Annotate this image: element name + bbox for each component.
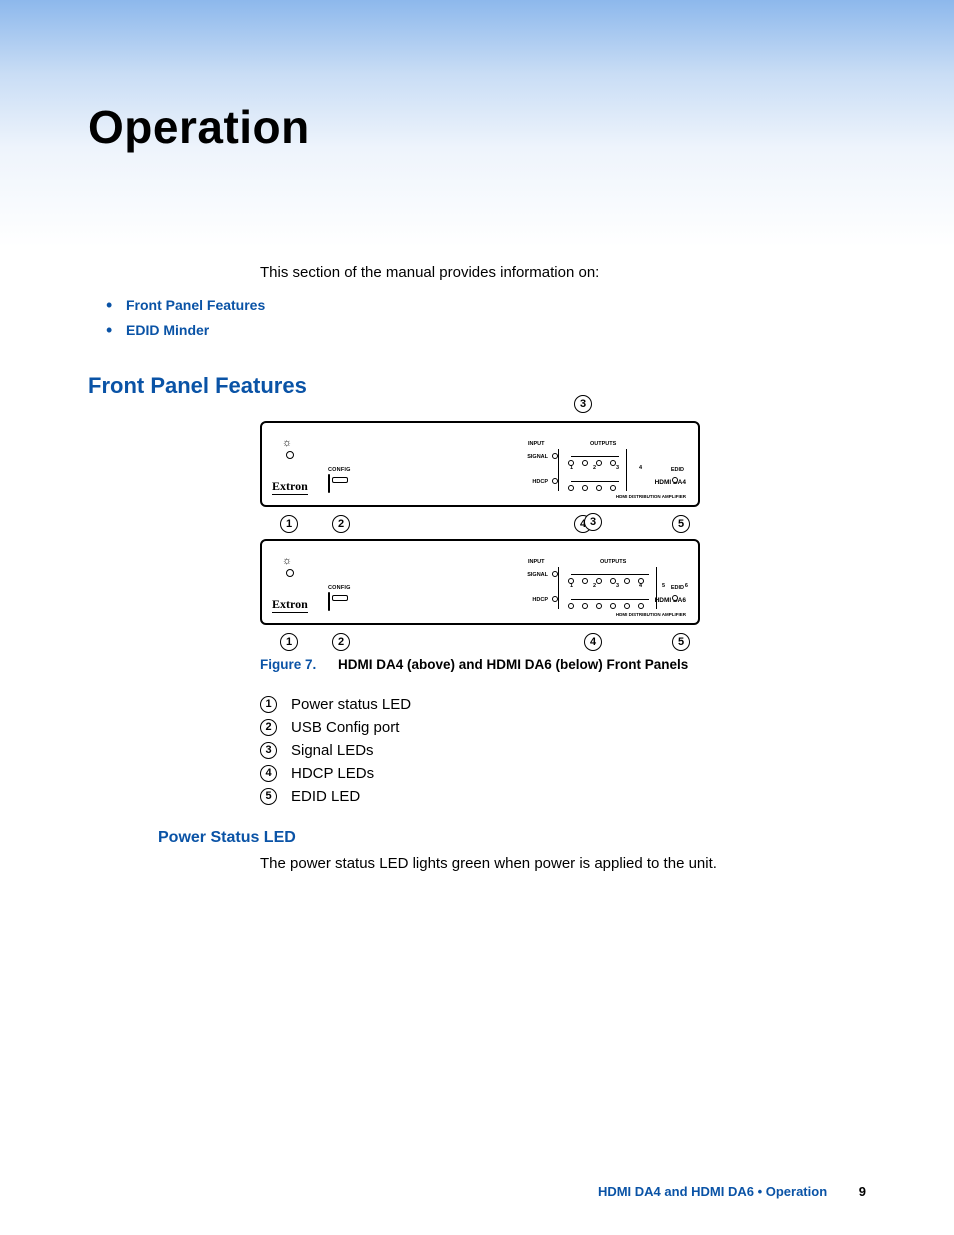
brand-label: Extron — [272, 479, 308, 495]
divider — [558, 567, 559, 609]
callout-3-top: 3 — [574, 395, 592, 413]
led — [596, 485, 602, 491]
output-numbers: 1 2 3 4 5 6 — [570, 583, 697, 589]
figure-caption: Figure 7. HDMI DA4 (above) and HDMI DA6 … — [260, 657, 866, 672]
legend-text: Signal LEDs — [291, 742, 374, 759]
label-edid: EDID — [671, 467, 684, 473]
power-status-paragraph: The power status LED lights green when p… — [260, 855, 866, 872]
legend-text: USB Config port — [291, 719, 399, 736]
legend-item: 1 Power status LED — [260, 696, 866, 713]
subtitle-label: HDMI DISTRIBUTION AMPLIFIER — [616, 494, 686, 499]
legend-item: 3 Signal LEDs — [260, 742, 866, 759]
toc-list: Front Panel Features EDID Minder — [106, 295, 866, 341]
legend-text: HDCP LEDs — [291, 765, 374, 782]
footer-text: HDMI DA4 and HDMI DA6 • Operation — [598, 1184, 827, 1199]
page-footer: HDMI DA4 and HDMI DA6 • Operation 9 — [598, 1184, 866, 1199]
legend-list: 1 Power status LED 2 USB Config port 3 S… — [260, 696, 866, 805]
callout-2: 2 — [332, 633, 350, 651]
callout-5: 5 — [672, 515, 690, 533]
config-label: CONFIG — [328, 467, 351, 473]
callout-5: 5 — [672, 633, 690, 651]
legend-num-2: 2 — [260, 719, 277, 736]
label-hdcp: HDCP — [522, 597, 548, 603]
led — [582, 603, 588, 609]
led-strip-hdcp — [568, 478, 630, 484]
led-strip-signal — [568, 453, 630, 459]
label-outputs: OUTPUTS — [590, 441, 616, 447]
led-strip-signal — [568, 571, 660, 577]
label-signal: SIGNAL — [522, 454, 548, 460]
output-numbers: 1 2 3 4 — [570, 465, 651, 471]
toc-link-edid-minder[interactable]: EDID Minder — [126, 322, 209, 338]
config-port: CONFIG — [328, 467, 351, 493]
config-port: CONFIG — [328, 585, 351, 611]
led-hdcp-input — [552, 596, 558, 602]
front-panel-diagram-da6: 3 1 2 4 5 ☼ Extron CONFIG INPUT OUTPUTS … — [260, 539, 700, 625]
legend-item: 5 EDID LED — [260, 788, 866, 805]
led — [638, 603, 644, 609]
label-outputs: OUTPUTS — [600, 559, 626, 565]
subsection-heading-power: Power Status LED — [158, 829, 866, 847]
led — [596, 603, 602, 609]
intro-text: This section of the manual provides info… — [260, 264, 866, 281]
led — [568, 485, 574, 491]
power-icon: ☼ — [282, 437, 292, 449]
power-led — [286, 451, 294, 459]
label-input: INPUT — [528, 559, 545, 565]
led — [610, 603, 616, 609]
section-heading-front-panel: Front Panel Features — [88, 373, 866, 399]
led-strip-hdcp — [568, 596, 660, 602]
legend-text: EDID LED — [291, 788, 360, 805]
usb-icon — [328, 474, 330, 493]
callout-1: 1 — [280, 515, 298, 533]
callout-2: 2 — [332, 515, 350, 533]
config-label: CONFIG — [328, 585, 351, 591]
legend-num-5: 5 — [260, 788, 277, 805]
led — [582, 485, 588, 491]
legend-item: 4 HDCP LEDs — [260, 765, 866, 782]
power-icon: ☼ — [282, 555, 292, 567]
power-led — [286, 569, 294, 577]
led — [568, 603, 574, 609]
footer-page-number: 9 — [859, 1184, 866, 1199]
figure-label: Figure 7. — [260, 657, 316, 672]
figure-block: 3 1 2 4 5 ☼ Extron CONFIG INPUT OUTPUTS … — [260, 421, 866, 625]
legend-num-4: 4 — [260, 765, 277, 782]
callout-3-top: 3 — [584, 513, 602, 531]
legend-num-1: 1 — [260, 696, 277, 713]
figure-text: HDMI DA4 (above) and HDMI DA6 (below) Fr… — [338, 657, 688, 672]
led-edid — [672, 595, 678, 601]
usb-icon — [328, 592, 330, 611]
label-hdcp: HDCP — [522, 479, 548, 485]
legend-text: Power status LED — [291, 696, 411, 713]
model-label: HDMI DA4 — [655, 479, 686, 486]
label-input: INPUT — [528, 441, 545, 447]
led-hdcp-input — [552, 478, 558, 484]
led-signal-input — [552, 571, 558, 577]
brand-label: Extron — [272, 597, 308, 613]
toc-link-front-panel[interactable]: Front Panel Features — [126, 297, 265, 313]
led-signal-input — [552, 453, 558, 459]
page-title: Operation — [88, 100, 866, 154]
divider — [558, 449, 559, 491]
legend-num-3: 3 — [260, 742, 277, 759]
led — [610, 485, 616, 491]
callout-1: 1 — [280, 633, 298, 651]
subtitle-label: HDMI DISTRIBUTION AMPLIFIER — [616, 612, 686, 617]
label-signal: SIGNAL — [522, 572, 548, 578]
front-panel-diagram-da4: 3 1 2 4 5 ☼ Extron CONFIG INPUT OUTPUTS … — [260, 421, 700, 507]
legend-item: 2 USB Config port — [260, 719, 866, 736]
led-edid — [672, 477, 678, 483]
callout-4: 4 — [584, 633, 602, 651]
led — [624, 603, 630, 609]
